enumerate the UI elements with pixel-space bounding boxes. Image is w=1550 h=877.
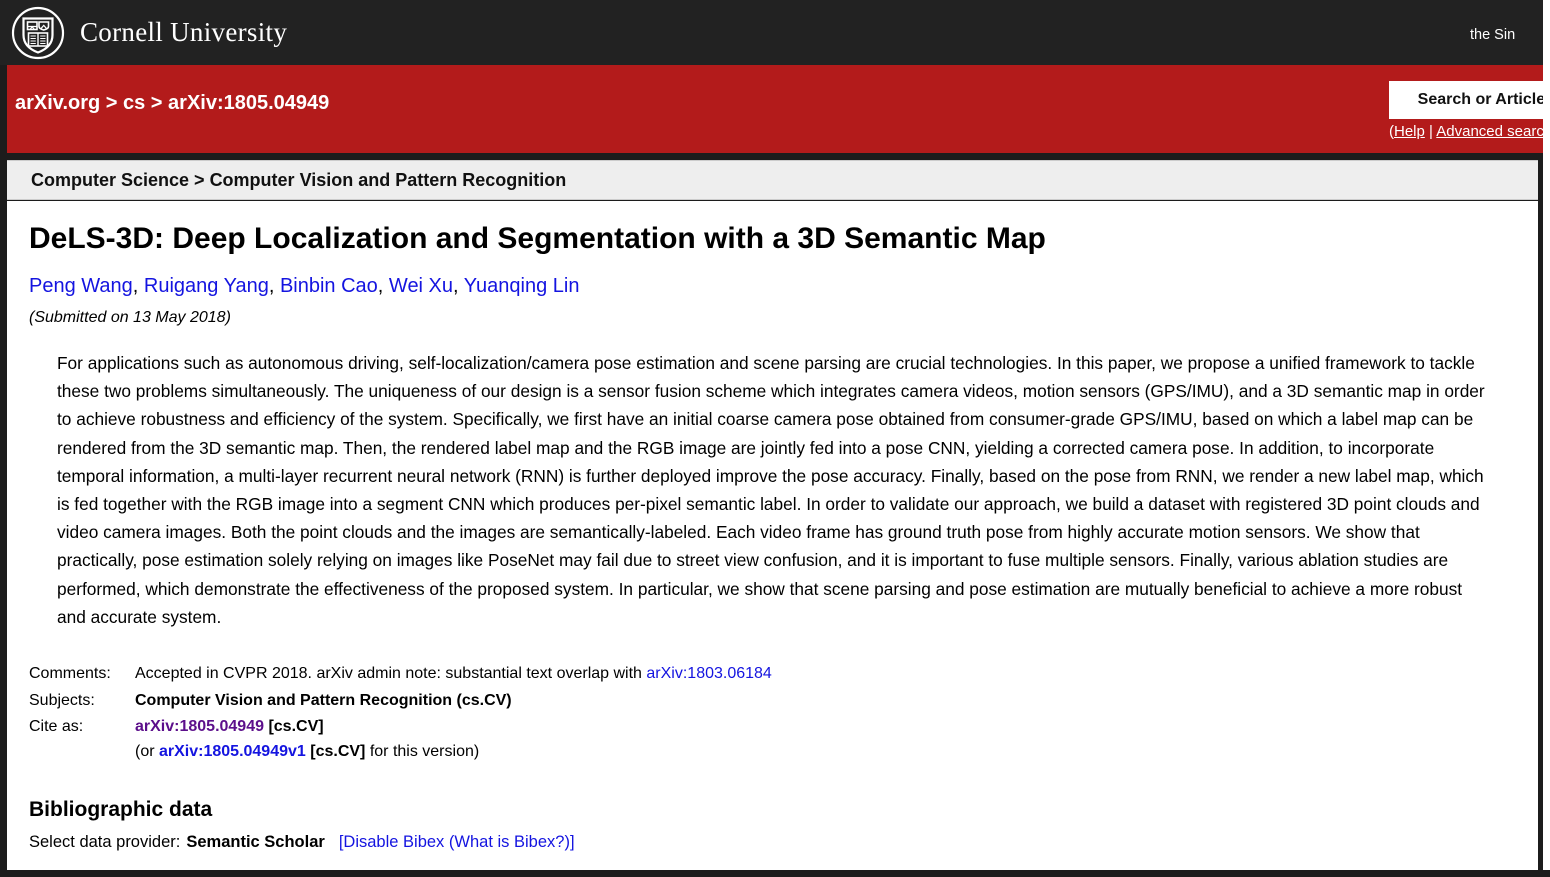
subject-secondary-link[interactable]: Computer Vision and Pattern Recognition [210, 170, 567, 190]
bibliographic-heading: Bibliographic data [29, 798, 213, 822]
cite-version-line: (or arXiv:1805.04949v1 [cs.CV] for this … [135, 740, 772, 765]
help-link[interactable]: Help [1394, 123, 1425, 140]
cornell-wordmark: Cornell University [80, 17, 288, 47]
author-link[interactable]: Binbin Cao [280, 275, 378, 297]
window-right-gutter [1543, 0, 1550, 877]
bracket-close: ] [569, 833, 575, 852]
cite-version-prefix: (or [135, 743, 159, 761]
abstract-text: For applications such as autonomous driv… [57, 353, 1485, 627]
bibex-controls: [Disable Bibex (What is Bibex?)] [339, 833, 575, 851]
cite-version-link[interactable]: arXiv:1805.04949v1 [159, 743, 306, 760]
arxiv-banner: arXiv.org > cs > arXiv:1805.04949 Search… [7, 65, 1550, 153]
comments-value: Accepted in CVPR 2018. arXiv admin note:… [135, 661, 772, 688]
cornell-seal-icon [10, 5, 66, 61]
table-row-comments: Comments: Accepted in CVPR 2018. arXiv a… [29, 661, 772, 688]
page-title: DeLS-3D: Deep Localization and Segmentat… [29, 222, 1046, 255]
search-help-links: (Help | Advanced search) [1389, 123, 1550, 140]
comments-arxiv-link[interactable]: arXiv:1803.06184 [646, 665, 771, 682]
paper-content: DeLS-3D: Deep Localization and Segmentat… [7, 201, 1543, 870]
advanced-search-link[interactable]: Advanced search [1436, 123, 1550, 140]
breadcrumb[interactable]: arXiv.org > cs > arXiv:1805.04949 [15, 92, 329, 115]
subject-primary-link[interactable]: Computer Science [31, 170, 189, 190]
metadata-table: Comments: Accepted in CVPR 2018. arXiv a… [29, 661, 772, 766]
submission-date: (Submitted on 13 May 2018) [29, 309, 231, 326]
search-input-placeholder: Search or Article I [1417, 91, 1550, 108]
cornell-header: Cornell University the Sin [0, 0, 1550, 65]
window-left-border [0, 65, 7, 877]
what-is-open-paren: ( [444, 833, 455, 852]
subject-separator: > [189, 170, 210, 190]
data-provider-row: Select data provider: Semantic Scholar [Di… [29, 833, 1523, 852]
cite-arxiv-id-link[interactable]: arXiv:1805.04949 [135, 718, 264, 735]
subjects-value: Computer Vision and Pattern Recognition … [135, 691, 512, 709]
subjects-label: Subjects: [29, 691, 95, 709]
select-provider-label: Select data provider: [29, 833, 181, 852]
author-list: Peng Wang, Ruigang Yang, Binbin Cao, Wei… [29, 275, 580, 297]
comments-text: Accepted in CVPR 2018. arXiv admin note:… [135, 664, 647, 682]
table-row-cite-as: Cite as: arXiv:1805.04949 [cs.CV] (or ar… [29, 714, 772, 766]
cite-version-suffix: for this version) [365, 743, 480, 761]
cite-as-value: arXiv:1805.04949 [cs.CV] (or arXiv:1805.… [135, 714, 772, 766]
comments-label: Comments: [29, 664, 111, 682]
cite-version-category: [cs.CV] [310, 743, 366, 761]
support-acknowledgement-text: the Sin [1470, 27, 1516, 43]
subject-breadcrumb: Computer Science > Computer Vision and P… [31, 170, 566, 191]
window-bottom-border [0, 870, 1550, 877]
search-input[interactable]: Search or Article I [1389, 81, 1550, 119]
vertical-scrollbar[interactable] [1538, 153, 1543, 877]
author-link[interactable]: Peng Wang [29, 275, 133, 297]
cornell-logo-link[interactable]: Cornell University [10, 5, 287, 61]
subject-breadcrumb-bar: Computer Science > Computer Vision and P… [7, 160, 1543, 200]
author-link[interactable]: Ruigang Yang [144, 275, 269, 297]
table-row-subjects: Subjects: Computer Vision and Pattern Re… [29, 688, 772, 715]
what-is-bibex-link[interactable]: What is Bibex? [454, 833, 564, 851]
disable-bibex-link[interactable]: Disable Bibex [343, 833, 444, 851]
cite-as-label: Cite as: [29, 718, 84, 736]
data-provider-value: Semantic Scholar [186, 833, 325, 852]
author-link[interactable]: Wei Xu [389, 275, 453, 297]
author-link[interactable]: Yuanqing Lin [464, 275, 580, 297]
browser-viewport: Cornell University the Sin arXiv.org > c… [0, 0, 1550, 877]
cite-category: [cs.CV] [268, 718, 324, 736]
link-separator: | [1424, 123, 1437, 140]
